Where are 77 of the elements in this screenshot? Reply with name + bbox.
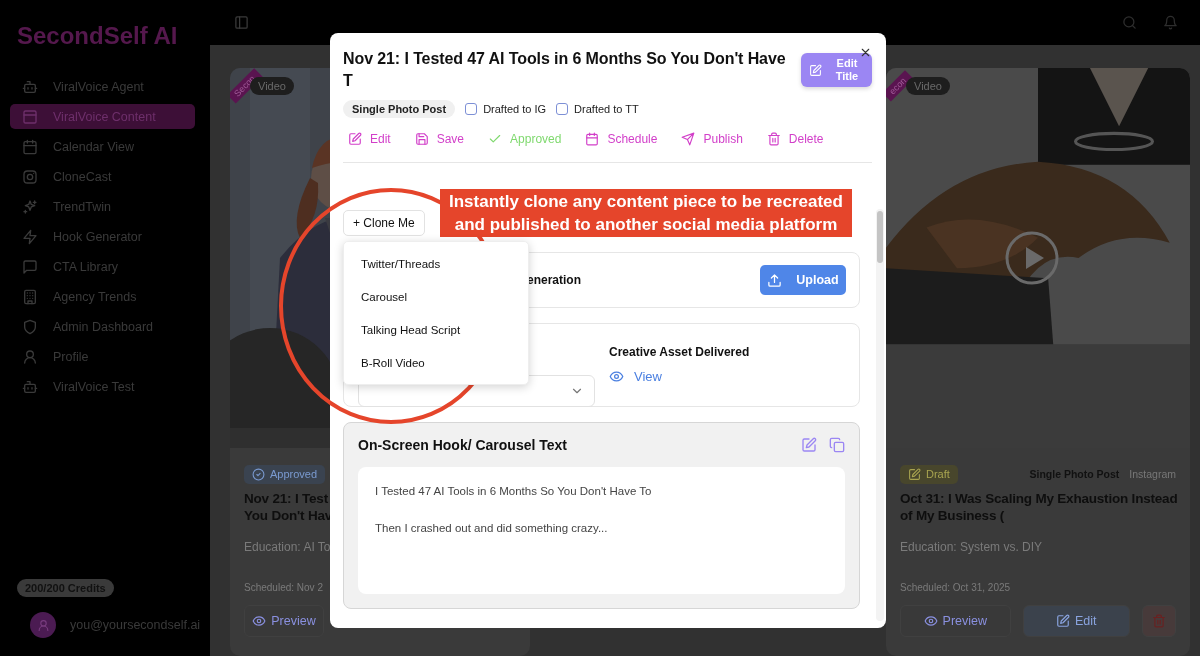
search-icon[interactable] bbox=[1122, 15, 1137, 30]
robot-icon bbox=[22, 378, 38, 395]
copy-button[interactable] bbox=[829, 437, 845, 453]
app-logo: SecondSelf AI bbox=[17, 22, 178, 50]
close-button[interactable] bbox=[859, 46, 872, 59]
edit-icon bbox=[1056, 614, 1071, 628]
platform-label: Instagram bbox=[1129, 468, 1176, 480]
card-description: Education: AI To bbox=[244, 540, 331, 554]
menu-item[interactable]: Talking Head Script bbox=[344, 313, 528, 346]
chat-bubble-icon bbox=[22, 258, 38, 275]
edit-icon bbox=[801, 437, 817, 453]
user-icon bbox=[36, 618, 50, 632]
copy-icon bbox=[829, 437, 845, 453]
edit-button[interactable] bbox=[801, 437, 817, 453]
clone-button[interactable]: + Clone Me bbox=[343, 210, 425, 236]
eye-icon bbox=[923, 614, 938, 628]
play-icon[interactable] bbox=[1004, 230, 1060, 286]
action-button[interactable]: Publish bbox=[676, 132, 748, 146]
preview-button[interactable]: Preview bbox=[244, 605, 324, 637]
dialog-title: Nov 21: I Tested 47 AI Tools in 6 Months So You Don't Have T bbox=[343, 49, 787, 91]
paragraph: I Tested 47 AI Tools in 6 Months So You Don't Have To bbox=[375, 485, 653, 497]
window-icon bbox=[22, 108, 38, 125]
section-label: eneration bbox=[527, 273, 581, 287]
sparkles-icon bbox=[22, 198, 38, 215]
menu-item[interactable]: B-Roll Video bbox=[344, 346, 528, 379]
building-icon bbox=[22, 288, 38, 305]
checkbox-label: Drafted to IG bbox=[483, 103, 547, 115]
checkbox[interactable] bbox=[556, 103, 569, 115]
video-badge: Video bbox=[906, 77, 950, 95]
paragraph: Then I crashed out and did something crazy... bbox=[375, 522, 609, 534]
checkmark-icon bbox=[488, 132, 503, 146]
scheduled-date: Scheduled: Nov 2 bbox=[244, 582, 323, 593]
section-title: On-Screen Hook/ Carousel Text bbox=[358, 437, 567, 453]
annotation-callout: Instantly clone any content piece to be recreated and published to another social media platform bbox=[440, 189, 852, 237]
robot-icon bbox=[22, 78, 38, 95]
checkbox[interactable] bbox=[465, 103, 478, 115]
sidebar-toggle-icon[interactable] bbox=[234, 15, 249, 30]
action-button[interactable]: Schedule bbox=[580, 132, 663, 146]
edit-icon bbox=[348, 132, 362, 146]
lightning-icon bbox=[22, 228, 38, 245]
user-icon bbox=[22, 348, 38, 365]
scheduled-date: Scheduled: Oct 31, 2025 bbox=[900, 582, 1011, 593]
menu-item[interactable]: Twitter/Threads bbox=[344, 247, 528, 280]
post-type-chip: Single Photo Post bbox=[343, 100, 456, 118]
action-button[interactable]: Edit bbox=[343, 132, 396, 146]
eye-icon bbox=[609, 369, 624, 384]
view-link[interactable]: View bbox=[609, 369, 750, 384]
scrollbar[interactable] bbox=[876, 209, 884, 621]
action-button[interactable]: Save bbox=[409, 132, 470, 146]
calendar-icon bbox=[22, 138, 38, 155]
edit-icon bbox=[908, 467, 921, 481]
user-email: you@yoursecondself.ai bbox=[70, 618, 201, 632]
camera-icon bbox=[22, 168, 38, 185]
edit-button[interactable]: Edit bbox=[1022, 605, 1131, 637]
close-icon bbox=[859, 46, 872, 59]
trash-icon bbox=[1152, 614, 1166, 628]
avatar[interactable] bbox=[30, 612, 56, 638]
upload-button[interactable]: Upload bbox=[760, 265, 846, 295]
menu-item[interactable]: Carousel bbox=[344, 280, 528, 313]
status-label: Draft bbox=[926, 468, 950, 480]
status-label: Approved bbox=[270, 468, 318, 480]
edit-title-button[interactable]: Edit Title bbox=[801, 53, 872, 87]
action-button[interactable]: Delete bbox=[761, 132, 829, 146]
preview-button[interactable]: Preview bbox=[900, 605, 1011, 637]
section-label: Creative Asset Delivered bbox=[609, 345, 750, 359]
upload-icon bbox=[767, 272, 783, 288]
shield-icon bbox=[22, 318, 38, 335]
bell-icon[interactable] bbox=[1163, 15, 1178, 30]
card-description: Education: System vs. DIY bbox=[900, 540, 1043, 554]
check-circle-icon bbox=[252, 467, 265, 481]
checkbox-label: Drafted to TT bbox=[574, 103, 639, 115]
edit-icon bbox=[809, 63, 822, 77]
eye-icon bbox=[252, 614, 267, 628]
calendar-icon bbox=[585, 132, 600, 146]
send-icon bbox=[681, 132, 696, 146]
text-area[interactable]: I Tested 47 AI Tools in 6 Months So You Don't Have To Then I crashed out and did something crazy... bbox=[358, 467, 845, 594]
trash-icon bbox=[766, 132, 781, 146]
